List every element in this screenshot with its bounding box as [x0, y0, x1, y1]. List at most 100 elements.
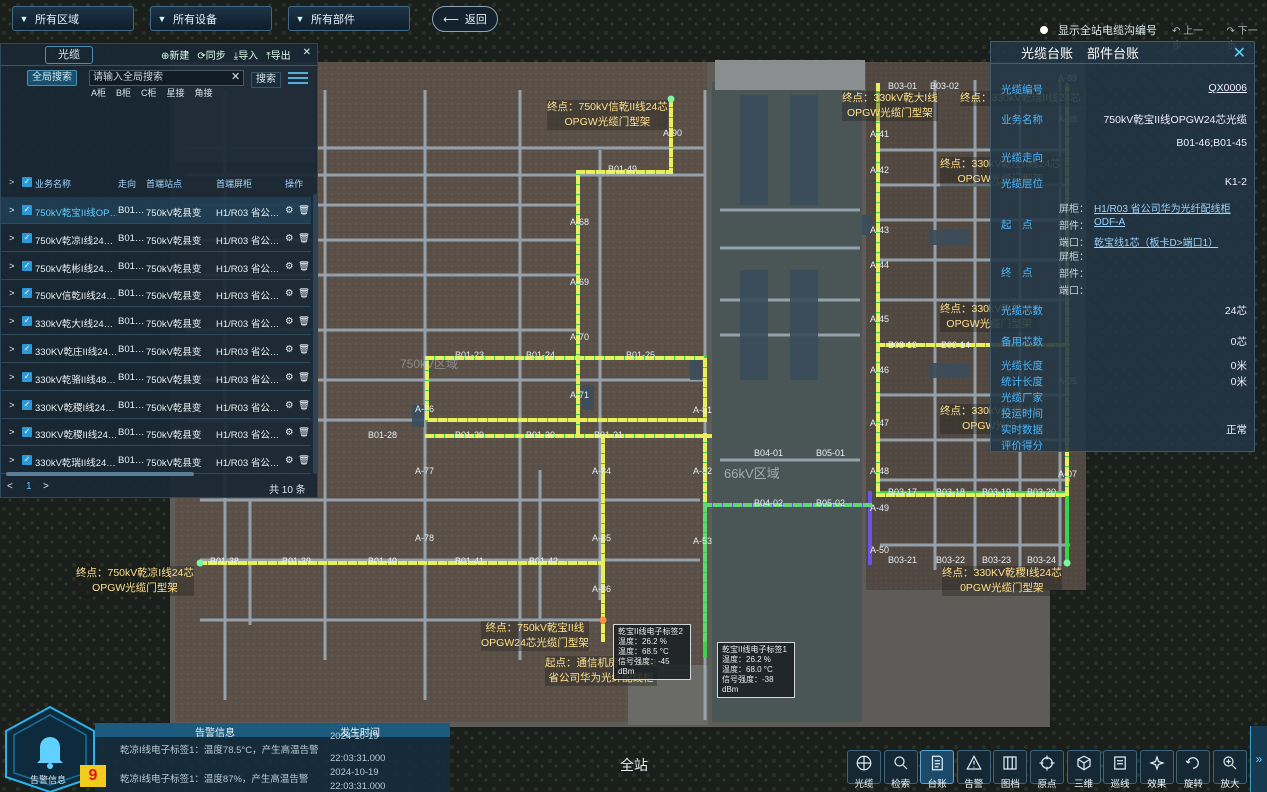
delete-icon[interactable]: 🗑: [298, 344, 310, 355]
table-row[interactable]: > ✓ 330KV乾庄II线24… B01… 750kV乾县变 H1/R03 省公…: [1, 336, 311, 363]
edit-icon[interactable]: ⚙: [285, 372, 294, 383]
row-checkbox[interactable]: ✓: [22, 427, 32, 438]
edit-icon[interactable]: ⚙: [285, 205, 294, 216]
delete-icon[interactable]: 🗑: [298, 261, 310, 272]
row-checkbox[interactable]: ✓: [22, 260, 32, 271]
sub-field-link[interactable]: 乾宝线1芯（板卡D>端口1）: [1094, 234, 1218, 249]
clear-icon[interactable]: ✕: [231, 70, 240, 83]
toolbar-button[interactable]: 效果: [1139, 750, 1174, 790]
row-checkbox[interactable]: ✓: [22, 455, 32, 466]
sub-field-link[interactable]: H1/R03 省公司华为光纤配线柜: [1094, 200, 1231, 215]
toolbar-button[interactable]: 检索: [883, 750, 918, 790]
toolbar-button[interactable]: 告警: [956, 750, 991, 790]
sync-button[interactable]: ⟳同步: [197, 47, 225, 62]
edit-icon[interactable]: ⚙: [285, 261, 294, 272]
edit-icon[interactable]: ⚙: [285, 233, 294, 244]
delete-icon[interactable]: 🗑: [298, 233, 310, 244]
edit-icon[interactable]: ⚙: [285, 400, 294, 411]
alarm-item-msg[interactable]: 乾凉I线电子标签1：温度78.5°C，产生高温告警: [120, 742, 319, 756]
tab-cable[interactable]: 光缆: [45, 45, 93, 64]
delete-icon[interactable]: 🗑: [298, 316, 310, 327]
expand-icon[interactable]: >: [9, 372, 15, 383]
table-row[interactable]: > ✓ 330KV乾稷I线24… B01… 750kV乾县变 H1/R03 省公……: [1, 392, 311, 419]
current-page[interactable]: 1: [26, 481, 32, 492]
edit-icon[interactable]: ⚙: [285, 455, 294, 466]
expand-icon[interactable]: >: [9, 344, 15, 355]
select-all-checkbox[interactable]: ✓: [22, 177, 32, 187]
edit-icon[interactable]: ⚙: [285, 427, 294, 438]
table-row[interactable]: > ✓ 330kV乾大I线24… B01… 750kV乾县变 H1/R03 省公……: [1, 308, 311, 336]
cabinet-filter-item[interactable]: A柜: [91, 86, 106, 99]
global-search-tab[interactable]: 全局搜索: [27, 70, 77, 86]
row-checkbox[interactable]: ✓: [22, 232, 32, 243]
cabinet-filter-item[interactable]: 角接: [195, 86, 213, 99]
table-row[interactable]: > ✓ 330kV乾瑞II线24… B01… 750kV乾县变 H1/R03 省公…: [1, 447, 311, 475]
back-button[interactable]: ⟵ 返回: [432, 6, 498, 32]
expand-icon[interactable]: >: [9, 455, 15, 466]
delete-icon[interactable]: 🗑: [298, 455, 310, 466]
menu-icon[interactable]: [288, 72, 308, 86]
tab-cable-ledger[interactable]: 光缆台账: [1021, 43, 1073, 62]
cabinet-filter-item[interactable]: B柜: [116, 86, 131, 99]
table-row[interactable]: > ✓ 750kV乾彬I线24… B01… 750kV乾县变 H1/R03 省公……: [1, 253, 311, 280]
row-checkbox[interactable]: ✓: [22, 288, 32, 299]
search-button[interactable]: 搜索: [251, 72, 281, 88]
table-row[interactable]: > ✓ 750kV乾宝II线OP… B01… 750kV乾县变 H1/R03 省公…: [1, 197, 311, 224]
scrollbar-vertical[interactable]: [313, 194, 318, 474]
toolbar-button[interactable]: 放大: [1213, 750, 1247, 790]
alarm-item-msg[interactable]: 乾凉I线电子标签1：温度87%，产生高温告警: [120, 771, 308, 785]
search-input[interactable]: 请输入全局搜索: [89, 70, 244, 86]
cable-trench-toggle[interactable]: 显示全站电缆沟编号: [1040, 22, 1157, 38]
expand-toolbar-icon[interactable]: »: [1250, 726, 1267, 792]
expand-all-icon[interactable]: >: [9, 177, 14, 187]
sensor-tag-1[interactable]: 乾宝II线电子标签1 温度：26.2 % 温度：68.0 °C 信号强度：-38…: [717, 642, 795, 698]
cabinet-filter-item[interactable]: C柜: [141, 86, 157, 99]
prev-page-icon[interactable]: <: [7, 481, 13, 492]
device-select[interactable]: ▼ 所有设备: [150, 6, 272, 31]
toolbar-button[interactable]: 光缆: [847, 750, 881, 790]
toolbar-button[interactable]: 台账: [920, 750, 955, 790]
delete-icon[interactable]: 🗑: [298, 400, 310, 411]
expand-icon[interactable]: >: [9, 427, 15, 438]
table-row[interactable]: > ✓ 750kV信乾II线24… B01… 750kV乾县变 H1/R03 省公…: [1, 280, 311, 308]
row-checkbox[interactable]: ✓: [22, 399, 32, 410]
area-select[interactable]: ▼ 所有区域: [12, 6, 134, 31]
table-row[interactable]: > ✓ 330KV乾稷II线24… B01… 750kV乾县变 H1/R03 省公…: [1, 419, 311, 447]
endpoint-label[interactable]: 终点：750kV信乾II线24芯 OPGW光缆门型架: [547, 100, 668, 130]
delete-icon[interactable]: 🗑: [298, 427, 310, 438]
row-checkbox[interactable]: ✓: [22, 316, 32, 327]
scrollbar-horizontal[interactable]: [6, 472, 194, 476]
close-icon[interactable]: ✕: [1233, 43, 1246, 63]
expand-icon[interactable]: >: [9, 261, 15, 272]
toolbar-button[interactable]: 原点: [1030, 750, 1064, 790]
toolbar-button[interactable]: 巡线: [1103, 750, 1138, 790]
endpoint-label[interactable]: 终点：330KV乾稷I线24芯 0PGW光缆门型架: [942, 566, 1062, 596]
import-button[interactable]: ⤓导入: [234, 47, 258, 62]
endpoint-label[interactable]: 终点：750kV乾宝II线 OPGW24芯光缆门型架: [481, 621, 589, 651]
delete-icon[interactable]: 🗑: [298, 205, 310, 216]
row-checkbox[interactable]: ✓: [22, 371, 32, 382]
row-checkbox[interactable]: ✓: [22, 344, 32, 354]
expand-icon[interactable]: >: [9, 316, 15, 327]
endpoint-label[interactable]: 终点：330kV乾大I线 OPGW光缆门型架: [842, 91, 938, 121]
expand-icon[interactable]: >: [9, 205, 15, 216]
expand-icon[interactable]: >: [9, 233, 15, 244]
expand-icon[interactable]: >: [9, 400, 15, 411]
expand-icon[interactable]: >: [9, 288, 15, 299]
delete-icon[interactable]: 🗑: [298, 372, 310, 383]
tab-part-ledger[interactable]: 部件台账: [1087, 43, 1139, 62]
part-select[interactable]: ▼ 所有部件: [288, 6, 410, 31]
toolbar-button[interactable]: 旋转: [1176, 750, 1211, 790]
table-row[interactable]: > ✓ 750kV乾凉I线24… B01… 750kV乾县变 H1/R03 省公……: [1, 225, 311, 252]
toolbar-button[interactable]: 图档: [993, 750, 1028, 790]
toolbar-button[interactable]: 三维: [1066, 750, 1101, 790]
sub-field-link[interactable]: ODF-A: [1094, 217, 1125, 228]
delete-icon[interactable]: 🗑: [298, 288, 310, 299]
row-checkbox[interactable]: ✓: [22, 205, 32, 215]
next-page-icon[interactable]: >: [43, 481, 49, 492]
new-button[interactable]: ⊕新建: [161, 47, 189, 62]
edit-icon[interactable]: ⚙: [285, 288, 294, 299]
close-icon[interactable]: ✕: [303, 47, 311, 62]
edit-icon[interactable]: ⚙: [285, 316, 294, 327]
endpoint-label[interactable]: 终点：750kV乾凉I线24芯 OPGW光缆门型架: [76, 566, 194, 596]
